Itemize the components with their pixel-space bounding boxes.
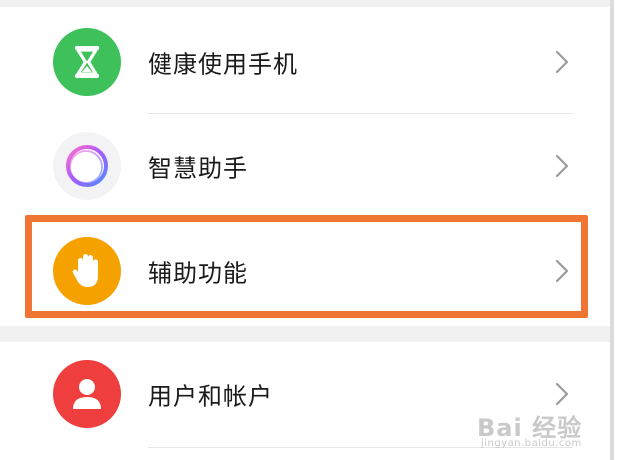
assistant-ring-icon <box>53 132 121 200</box>
settings-screen: 健康使用手机 智慧助手 辅助功能 用户和帐户 Bai 经验 jingyan.ba… <box>0 0 622 460</box>
settings-item-smart-assistant[interactable]: 智慧助手 <box>0 114 600 218</box>
chevron-right-icon <box>555 154 569 178</box>
chevron-right-icon <box>555 382 569 406</box>
group-separator <box>0 326 612 342</box>
scrollbar[interactable] <box>610 0 614 460</box>
baidu-jingyan-watermark: Bai 经验 jingyan.baidu.com <box>477 408 617 456</box>
user-icon <box>53 360 121 428</box>
watermark-url: jingyan.baidu.com <box>481 438 582 449</box>
settings-item-label: 用户和帐户 <box>148 382 273 411</box>
settings-item-label: 健康使用手机 <box>148 50 298 79</box>
settings-item-label: 智慧助手 <box>148 154 248 183</box>
highlight-box <box>25 215 588 318</box>
settings-item-digital-balance[interactable]: 健康使用手机 <box>0 10 600 114</box>
chevron-right-icon <box>555 50 569 74</box>
hourglass-icon <box>53 28 121 96</box>
group-separator-top <box>0 0 612 7</box>
